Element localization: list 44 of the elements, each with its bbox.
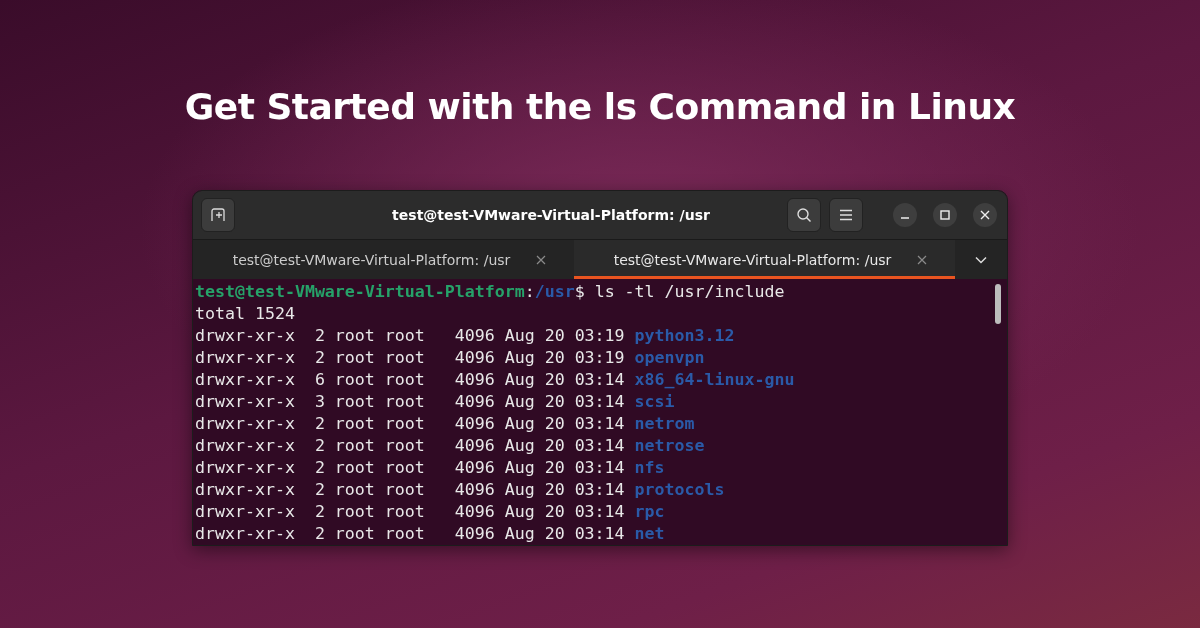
scrollbar[interactable]	[995, 284, 1001, 324]
chevron-down-icon	[975, 255, 987, 264]
output-text: total 1524	[195, 303, 296, 325]
listing-details: drwxr-xr-x 2 root root 4096 Aug 20 03:14	[195, 523, 625, 545]
directory-name: x86_64-linux-gnu	[634, 369, 795, 391]
directory-name: nfs	[634, 457, 665, 479]
maximize-button[interactable]	[933, 203, 957, 227]
close-icon	[980, 210, 990, 220]
search-icon	[796, 207, 812, 223]
menu-button[interactable]	[829, 198, 863, 232]
listing-details: drwxr-xr-x 2 root root 4096 Aug 20 03:14	[195, 457, 625, 479]
new-tab-icon	[210, 207, 226, 223]
listing-details: drwxr-xr-x 2 root root 4096 Aug 20 03:14	[195, 479, 625, 501]
close-tab-icon[interactable]	[917, 254, 928, 265]
directory-name: scsi	[634, 391, 675, 413]
directory-name: net	[634, 523, 665, 545]
tab-label[interactable]: test@test-VMware-Virtual-Platform: /usr	[613, 251, 892, 268]
directory-name: protocols	[634, 479, 725, 501]
listing-details: drwxr-xr-x 2 root root 4096 Aug 20 03:19	[195, 325, 625, 347]
maximize-icon	[940, 210, 950, 220]
listing-details: drwxr-xr-x 2 root root 4096 Aug 20 03:14	[195, 501, 625, 523]
directory-name: netrose	[634, 435, 705, 457]
menu-icon	[839, 209, 853, 221]
search-button[interactable]	[787, 198, 821, 232]
minimize-button[interactable]	[893, 203, 917, 227]
listing-details: drwxr-xr-x 6 root root 4096 Aug 20 03:14	[195, 369, 625, 391]
close-button[interactable]	[973, 203, 997, 227]
tab[interactable]: test@test-VMware-Virtual-Platform: /usr	[193, 240, 574, 279]
close-tab-icon[interactable]	[536, 254, 547, 265]
tab[interactable]: test@test-VMware-Virtual-Platform: /usr	[574, 240, 955, 279]
new-tab-button[interactable]	[201, 198, 235, 232]
listing-details: drwxr-xr-x 2 root root 4096 Aug 20 03:14	[195, 435, 625, 457]
directory-name: rpc	[634, 501, 665, 523]
page-heading: Get Started with the ls Command in Linux	[184, 85, 1016, 129]
minimize-icon	[900, 217, 910, 219]
window-title: test@test-VMware-Virtual-Platform: /usr	[391, 207, 711, 223]
listing-details: drwxr-xr-x 2 root root 4096 Aug 20 03:14	[195, 413, 625, 435]
directory-name: openvpn	[634, 347, 705, 369]
tab-label[interactable]: test@test-VMware-Virtual-Platform: /usr	[232, 251, 511, 268]
command-prompt: test@test-VMware-Virtual-Platform:/usr$ ls -tl /usr/include	[195, 281, 786, 303]
listing-details: drwxr-xr-x 2 root root 4096 Aug 20 03:19	[195, 347, 625, 369]
listing-details: drwxr-xr-x 3 root root 4096 Aug 20 03:14	[195, 391, 625, 413]
directory-name: python3.12	[634, 325, 735, 347]
directory-name: netrom	[634, 413, 695, 435]
